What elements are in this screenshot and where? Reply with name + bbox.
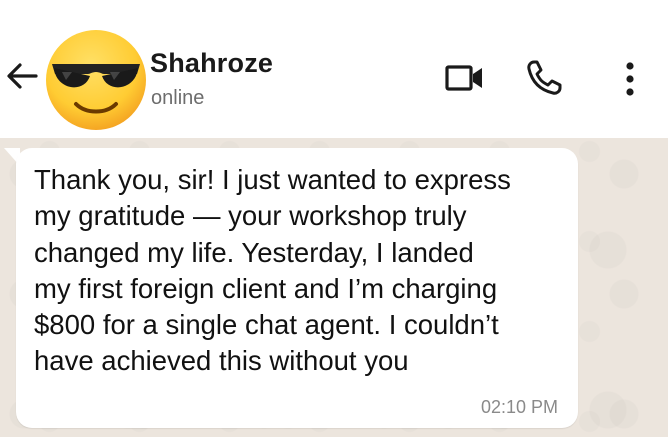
message-text: Thank you, sir! I just wanted to express… bbox=[34, 164, 511, 377]
video-call-icon[interactable] bbox=[444, 62, 486, 94]
contact-name[interactable]: Shahroze bbox=[150, 48, 273, 79]
back-arrow-icon[interactable] bbox=[4, 61, 40, 91]
phone-call-icon[interactable] bbox=[524, 58, 564, 98]
contact-status: online bbox=[151, 87, 205, 109]
avatar[interactable] bbox=[44, 28, 148, 132]
more-options-icon[interactable] bbox=[620, 60, 640, 98]
chat-header: Shahroze online bbox=[0, 0, 668, 138]
message-timestamp: 02:10 PM bbox=[480, 397, 558, 417]
